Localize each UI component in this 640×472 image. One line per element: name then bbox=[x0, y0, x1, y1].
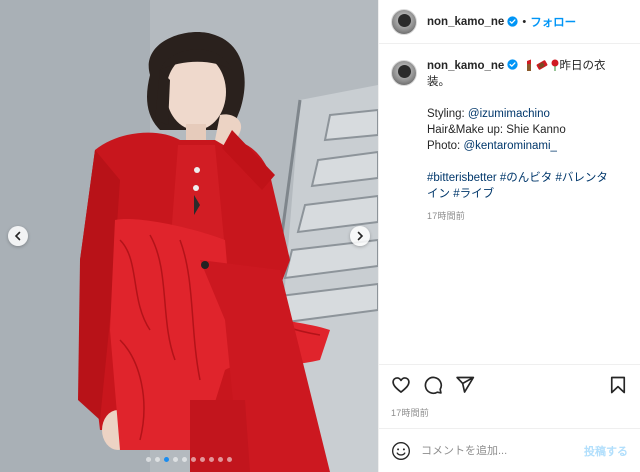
caption-spacer-2 bbox=[427, 154, 623, 170]
post-comment-button[interactable]: 投稿する bbox=[584, 443, 628, 459]
carousel-dot bbox=[191, 457, 196, 462]
caption-line2: 装。 bbox=[427, 76, 450, 88]
styling-prefix: Styling: bbox=[427, 108, 468, 120]
save-button[interactable] bbox=[606, 373, 630, 397]
caption-time[interactable]: 17時間前 bbox=[427, 208, 623, 224]
post-timestamp[interactable]: 17時間前 bbox=[379, 404, 640, 428]
carousel-prev-button[interactable] bbox=[8, 226, 28, 246]
bookmark-icon bbox=[610, 376, 626, 393]
carousel-dot bbox=[155, 457, 160, 462]
verified-badge-icon bbox=[507, 16, 518, 27]
header-separator: • bbox=[522, 15, 527, 28]
chocolate-icon bbox=[536, 60, 547, 70]
carousel-dot bbox=[209, 457, 214, 462]
instagram-post: non_kamo_ne • フォロー non_kamo_ne 昨日の衣 装。 S… bbox=[0, 0, 640, 472]
carousel-next-button[interactable] bbox=[350, 226, 370, 246]
like-button[interactable] bbox=[389, 373, 413, 397]
smiley-icon[interactable] bbox=[391, 441, 411, 461]
chevron-right-icon bbox=[357, 231, 364, 241]
carousel-dot bbox=[146, 457, 151, 462]
share-button[interactable] bbox=[453, 373, 477, 397]
carousel-dot bbox=[227, 457, 232, 462]
rose-icon bbox=[551, 59, 559, 71]
caption-hair-makeup: Hair&Make up: Shie Kanno bbox=[427, 124, 566, 136]
author-username[interactable]: non_kamo_ne bbox=[427, 16, 504, 28]
action-bar bbox=[379, 364, 640, 404]
caption: non_kamo_ne 昨日の衣 装。 Styling: @izumimachi… bbox=[391, 58, 628, 224]
hashtags-line2[interactable]: イン #ライブ bbox=[427, 186, 623, 202]
author-avatar[interactable] bbox=[391, 8, 417, 35]
comment-input[interactable] bbox=[421, 444, 584, 457]
hashtags-line1[interactable]: #bitterisbetter #のんビタ #バレンタ bbox=[427, 170, 623, 186]
post-header: non_kamo_ne • フォロー bbox=[379, 0, 640, 44]
chevron-left-icon bbox=[14, 231, 21, 241]
paper-plane-icon bbox=[456, 376, 475, 393]
caption-first-line: non_kamo_ne 昨日の衣 bbox=[427, 58, 623, 74]
styling-mention-link[interactable]: @izumimachino bbox=[468, 108, 550, 120]
comments-area: non_kamo_ne 昨日の衣 装。 Styling: @izumimachi… bbox=[379, 44, 640, 364]
carousel-dot bbox=[164, 457, 169, 462]
verified-badge-icon bbox=[507, 59, 518, 70]
carousel-dot bbox=[173, 457, 178, 462]
caption-line1: 昨日の衣 bbox=[559, 60, 606, 72]
photo-prefix: Photo: bbox=[427, 140, 464, 152]
carousel-dot bbox=[182, 457, 187, 462]
lipstick-icon bbox=[526, 59, 531, 71]
carousel-dot bbox=[218, 457, 223, 462]
caption-username[interactable]: non_kamo_ne bbox=[427, 60, 504, 72]
comment-bubble-icon bbox=[424, 376, 443, 394]
photo-mention-link[interactable]: @kentarominami_ bbox=[463, 140, 557, 152]
caption-photo: Photo: @kentarominami_ bbox=[427, 138, 623, 154]
post-side-panel: non_kamo_ne • フォロー non_kamo_ne 昨日の衣 装。 S… bbox=[378, 0, 640, 472]
carousel-dots bbox=[0, 457, 378, 462]
post-photo[interactable] bbox=[0, 0, 378, 472]
comment-button[interactable] bbox=[421, 373, 445, 397]
carousel-dot bbox=[200, 457, 205, 462]
photo-illustration bbox=[0, 0, 378, 472]
heart-icon bbox=[392, 376, 410, 393]
caption-body: non_kamo_ne 昨日の衣 装。 Styling: @izumimachi… bbox=[427, 58, 623, 224]
caption-avatar[interactable] bbox=[391, 60, 417, 86]
comment-form: 投稿する bbox=[379, 428, 640, 472]
caption-styling: Styling: @izumimachino bbox=[427, 106, 623, 122]
follow-button[interactable]: フォロー bbox=[530, 14, 576, 30]
